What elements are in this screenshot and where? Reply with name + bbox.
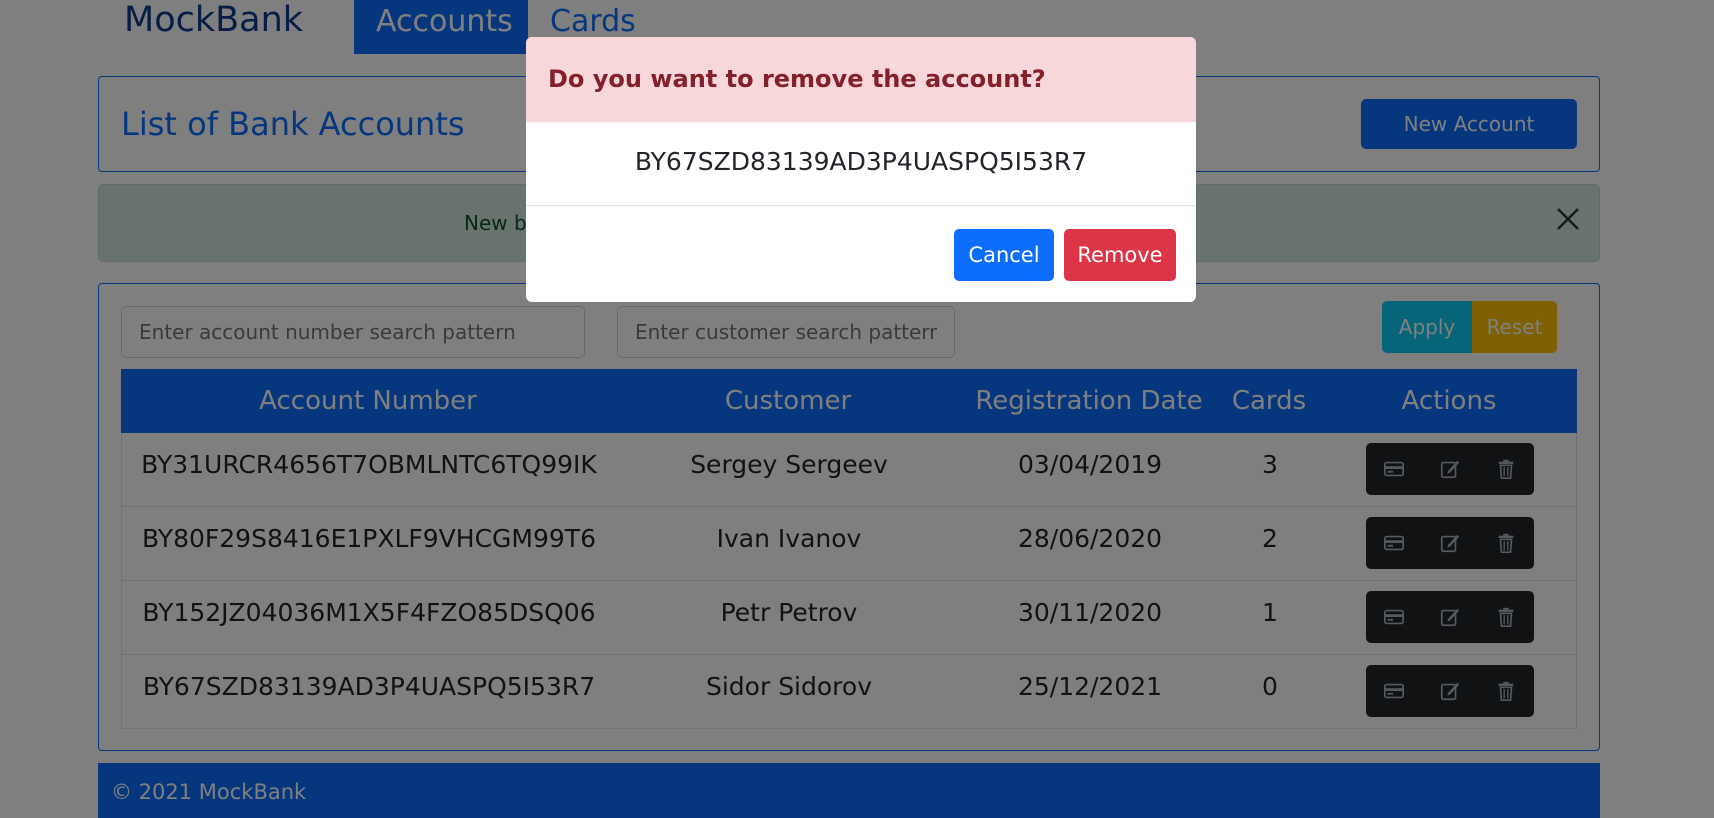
cancel-button[interactable]: Cancel — [954, 229, 1054, 281]
modal-account-number: BY67SZD83139AD3P4UASPQ5I53R7 — [526, 122, 1196, 206]
remove-account-dialog: Do you want to remove the account? BY67S… — [526, 37, 1196, 302]
remove-button[interactable]: Remove — [1064, 229, 1176, 281]
modal-title: Do you want to remove the account? — [548, 65, 1046, 93]
modal-header: Do you want to remove the account? — [526, 37, 1196, 122]
